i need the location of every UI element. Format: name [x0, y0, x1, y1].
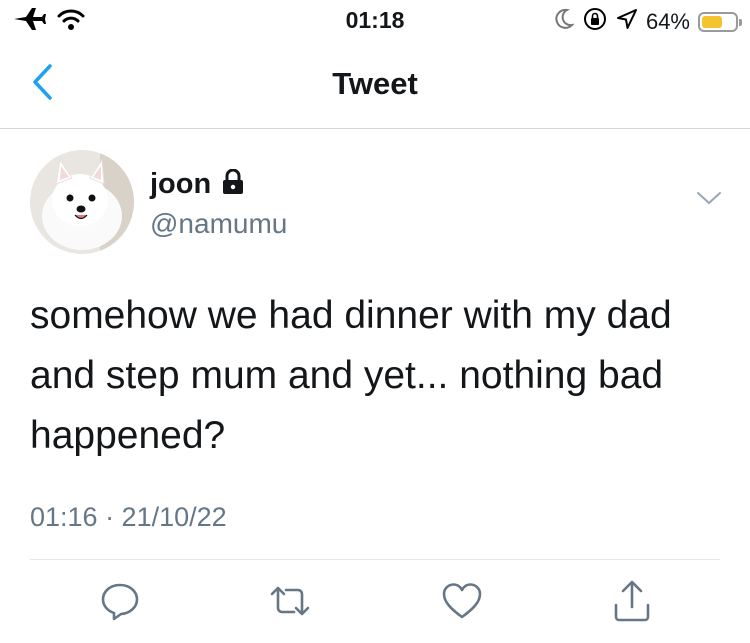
orientation-lock-icon	[582, 6, 608, 38]
tweet-options-button[interactable]	[696, 190, 722, 211]
moon-icon	[554, 8, 575, 36]
comment-icon	[99, 580, 141, 627]
status-bar: 01:18 64%	[0, 0, 750, 42]
battery-percent: 64%	[645, 9, 690, 34]
display-name[interactable]: joon	[150, 168, 211, 201]
reply-button[interactable]	[95, 578, 145, 628]
retweet-button[interactable]	[265, 578, 315, 628]
tweet-text: somehow we had dinner with my dad and st…	[30, 294, 672, 457]
avatar[interactable]	[30, 150, 134, 254]
tweet-timestamp[interactable]: 01:16 · 21/10/22	[30, 502, 227, 533]
tweet-header: joon @namumu	[30, 150, 730, 256]
like-button[interactable]	[437, 578, 487, 628]
navigation-bar: Tweet	[0, 42, 750, 129]
divider	[30, 559, 720, 560]
tweet-action-bar	[0, 578, 750, 628]
lock-icon	[221, 168, 245, 200]
user-name-row[interactable]: joon	[150, 168, 245, 201]
location-icon	[616, 8, 638, 36]
chevron-down-icon	[696, 192, 722, 210]
battery-nub	[739, 19, 742, 26]
retweet-icon	[268, 580, 312, 627]
battery-level	[702, 16, 723, 28]
user-handle[interactable]: @namumu	[150, 208, 287, 240]
page-title: Tweet	[332, 66, 418, 101]
battery-icon	[698, 12, 742, 32]
heart-icon	[441, 581, 483, 626]
share-icon	[612, 579, 652, 628]
status-right: 64%	[554, 6, 742, 38]
share-button[interactable]	[607, 578, 657, 628]
